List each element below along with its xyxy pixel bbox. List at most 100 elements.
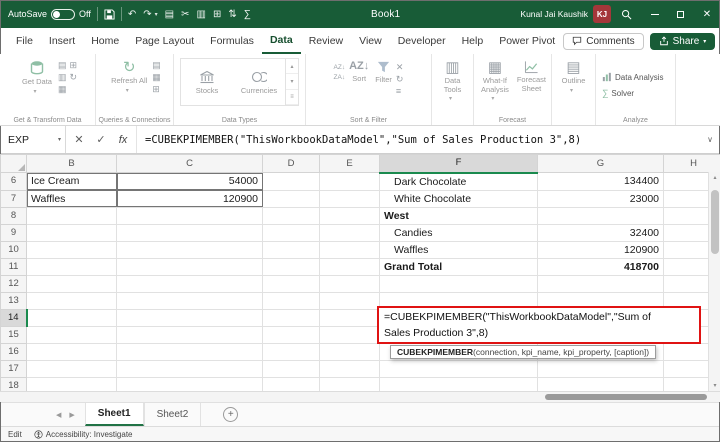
scroll-down-icon[interactable]: ▾ [709,382,720,389]
cell-C7[interactable]: 120900 [117,190,263,207]
cell-C15[interactable] [117,326,263,343]
cell-C12[interactable] [117,275,263,292]
cell-E8[interactable] [320,207,380,224]
filter-button[interactable]: Filter [373,58,394,87]
get-data-button[interactable]: Get Data ▾ [18,58,56,98]
tab-home[interactable]: Home [83,28,127,54]
cell-G8[interactable] [538,207,664,224]
row-header-12[interactable]: 12 [1,275,27,292]
data-analysis-button[interactable]: Data Analysis [599,70,666,84]
outline-button[interactable]: ▤ Outline ▾ [560,58,588,97]
tab-developer[interactable]: Developer [390,28,454,54]
row-header-14[interactable]: 14 [1,309,27,326]
horizontal-scrollbar[interactable] [0,391,720,402]
row-header-18[interactable]: 18 [1,377,27,391]
undo-icon[interactable]: ↶ [128,9,136,20]
cell-E15[interactable] [320,326,380,343]
cell-F7[interactable]: White Chocolate [380,190,538,207]
row-header-10[interactable]: 10 [1,241,27,258]
gallery-down-icon[interactable]: ▾ [286,74,298,89]
cell-C6[interactable]: 54000 [117,173,263,191]
name-box-dropdown-icon[interactable]: ▾ [58,136,61,143]
minimize-button[interactable] [642,0,668,28]
tab-help[interactable]: Help [454,28,492,54]
tab-formulas[interactable]: Formulas [202,28,262,54]
cell-D13[interactable] [263,292,320,309]
cell-D14[interactable] [263,309,320,326]
cell-B9[interactable] [27,224,117,241]
share-button[interactable]: Share ▾ [650,33,716,50]
row-header-15[interactable]: 15 [1,326,27,343]
function-tooltip-name[interactable]: CUBEKPIMEMBER [397,347,473,357]
comments-button[interactable]: Comments [563,33,643,50]
tab-page-layout[interactable]: Page Layout [127,28,202,54]
cell-D8[interactable] [263,207,320,224]
from-table-icon[interactable]: ▥ [58,72,67,82]
redo-dropdown-icon[interactable]: ▾ [155,11,158,18]
cell-C14[interactable] [117,309,263,326]
scroll-up-icon[interactable]: ▴ [709,174,720,181]
cell-C10[interactable] [117,241,263,258]
recent-sources-icon[interactable]: ↻ [69,72,77,82]
name-box[interactable]: EXP ▾ [0,126,66,153]
sort-quick-icon[interactable]: ⇅ [228,9,236,20]
data-tools-button[interactable]: ▥ Data Tools ▾ [435,58,470,105]
sheet-tab-sheet2[interactable]: Sheet2 [144,403,202,426]
tab-insert[interactable]: Insert [41,28,83,54]
cell-E11[interactable] [320,258,380,275]
tab-data[interactable]: Data [262,28,301,54]
row-header-13[interactable]: 13 [1,292,27,309]
forecast-sheet-button[interactable]: Forecast Sheet [515,58,548,95]
queries-connections-icon[interactable]: ▤ [152,60,161,70]
formula-bar-expand-icon[interactable]: ∨ [700,126,720,153]
cell-G11[interactable]: 418700 [538,258,664,275]
cell-B13[interactable] [27,292,117,309]
cell-D11[interactable] [263,258,320,275]
sheet-nav-left-icon[interactable]: ◀ [56,411,61,419]
column-header-E[interactable]: E [320,155,380,173]
autosave-toggle[interactable] [51,9,75,20]
gallery-up-icon[interactable]: ▴ [286,59,298,74]
cell-G18[interactable] [538,377,664,391]
horizontal-scrollbar-thumb[interactable] [545,394,707,400]
column-header-C[interactable]: C [117,155,263,173]
cell-D16[interactable] [263,343,320,360]
properties-icon[interactable]: ▦ [152,72,161,82]
maximize-button[interactable] [668,0,694,28]
cell-B11[interactable] [27,258,117,275]
row-header-11[interactable]: 11 [1,258,27,275]
close-button[interactable]: ✕ [694,0,720,28]
currencies-button[interactable]: Currencies [233,59,285,105]
cell-D7[interactable] [263,190,320,207]
cell-F8[interactable]: West [380,207,538,224]
cell-E18[interactable] [320,377,380,391]
clipboard-icon[interactable]: ▤ [165,9,174,20]
cell-C8[interactable] [117,207,263,224]
row-header-9[interactable]: 9 [1,224,27,241]
cancel-button[interactable]: ✕ [68,133,90,146]
tab-power-pivot[interactable]: Power Pivot [491,28,563,54]
cell-B18[interactable] [27,377,117,391]
what-if-analysis-button[interactable]: ▦ What-If Analysis ▾ [477,58,513,105]
save-icon[interactable] [104,9,115,20]
cell-F10[interactable]: Waffles [380,241,538,258]
cell-E6[interactable] [320,173,380,191]
cell-D15[interactable] [263,326,320,343]
account-control[interactable]: Kunal Jai Kaushik KJ [520,5,611,23]
cell-B7[interactable]: Waffles [27,190,117,207]
cell-G6[interactable]: 134400 [538,173,664,191]
cell-B8[interactable] [27,207,117,224]
workbook-title[interactable]: Book1 [371,9,400,20]
cell-F9[interactable]: Candies [380,224,538,241]
cell-C16[interactable] [117,343,263,360]
cell-F17[interactable] [380,360,538,377]
insert-function-button[interactable]: fx [112,134,134,146]
row-header-8[interactable]: 8 [1,207,27,224]
column-header-F[interactable]: F [380,155,538,173]
cell-E9[interactable] [320,224,380,241]
cell-E13[interactable] [320,292,380,309]
search-icon[interactable] [621,9,632,20]
sheet-tab-sheet1[interactable]: Sheet1 [85,403,144,426]
tab-view[interactable]: View [351,28,390,54]
stocks-button[interactable]: Stocks [181,59,233,105]
